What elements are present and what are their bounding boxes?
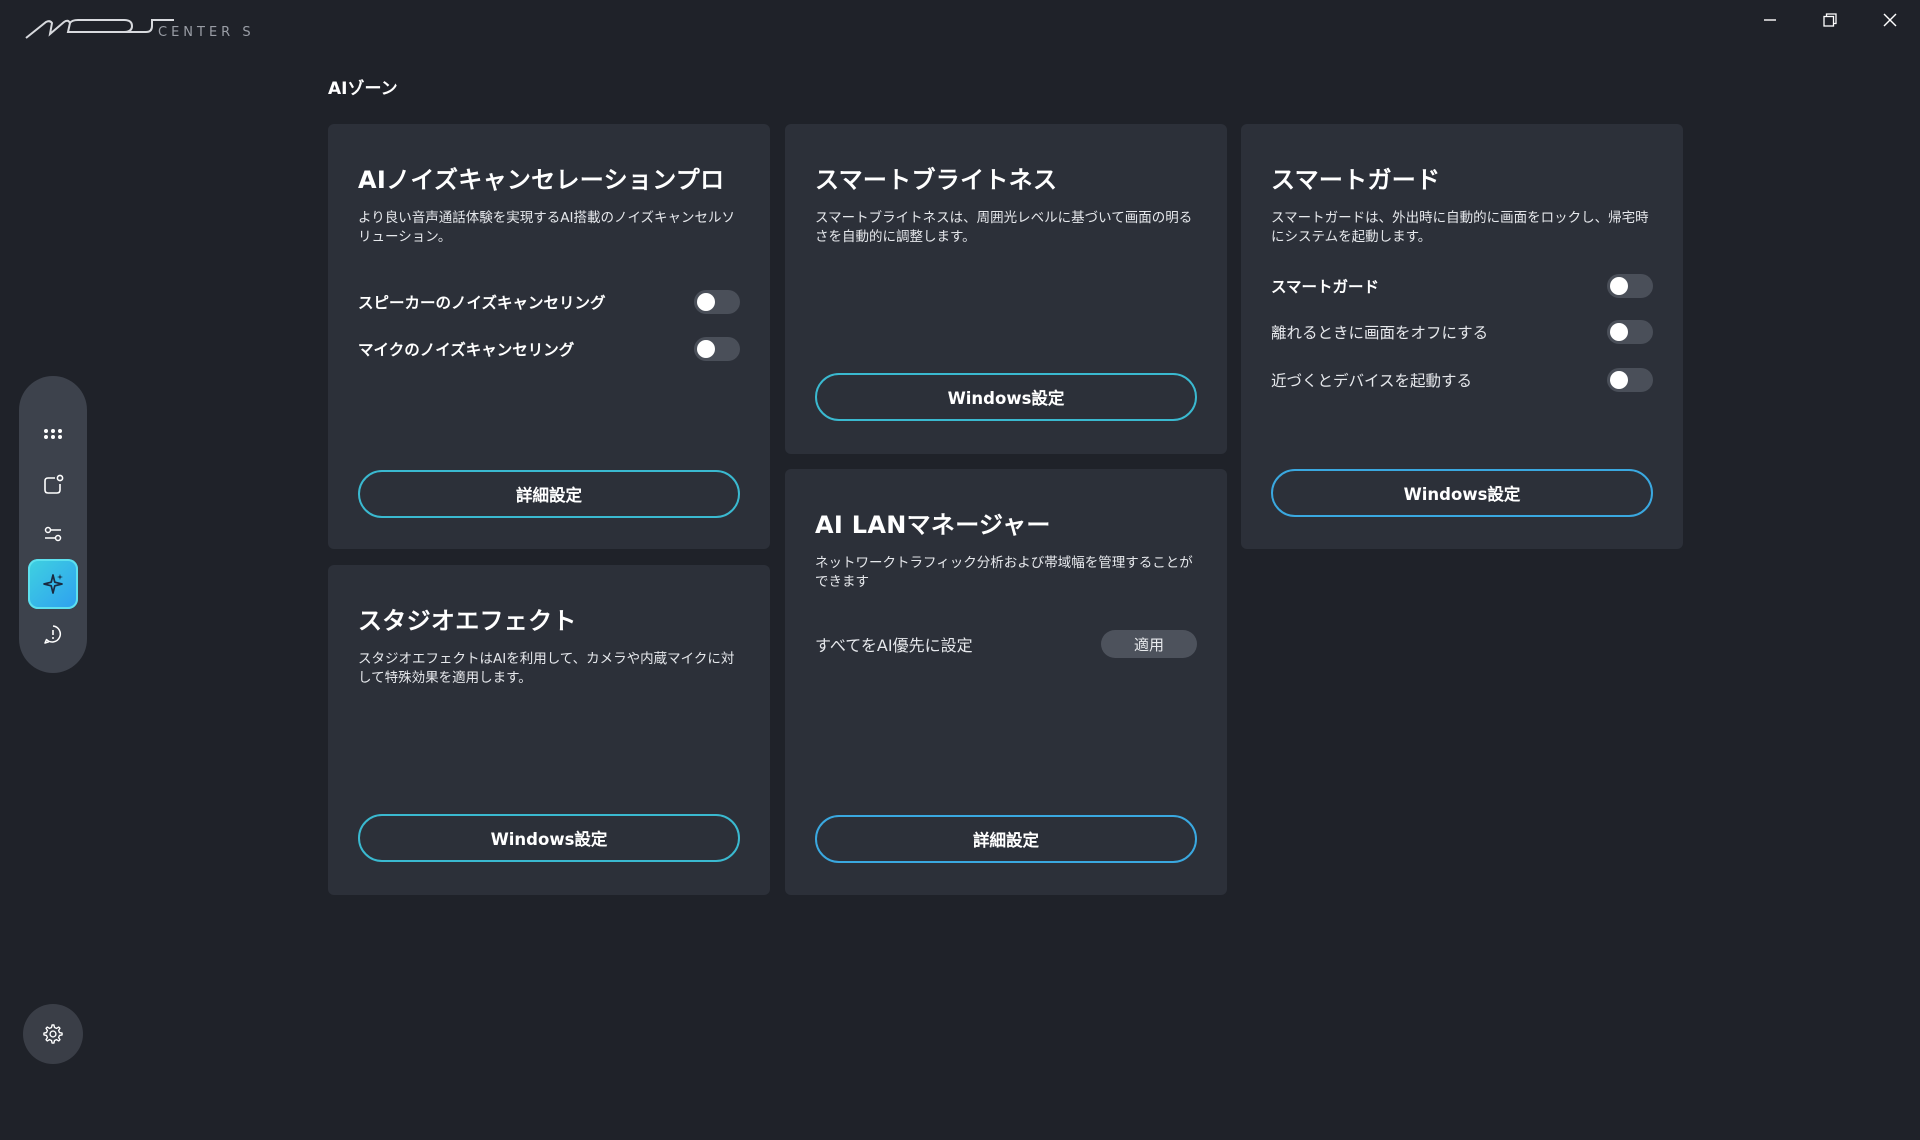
- setting-label: スピーカーのノイズキャンセリング: [358, 294, 606, 312]
- card-title: スタジオエフェクト: [358, 607, 577, 635]
- minimize-button[interactable]: [1740, 0, 1800, 40]
- toggle-knob: [697, 340, 715, 358]
- restore-button[interactable]: [1800, 0, 1860, 40]
- close-icon: [1883, 13, 1897, 27]
- card-title: スマートガード: [1271, 166, 1441, 194]
- page-title: AIゾーン: [328, 79, 398, 99]
- card-ai-noise-cancellation: AIノイズキャンセレーションプロ より良い音声通話体験を実現するAI搭載のノイズ…: [328, 124, 770, 549]
- screen-off-toggle[interactable]: [1607, 320, 1653, 344]
- apply-button[interactable]: 適用: [1101, 630, 1197, 658]
- toggle-knob: [1610, 323, 1628, 341]
- smart-guard-toggle[interactable]: [1607, 274, 1653, 298]
- setting-row-wake-device: 近づくとデバイスを起動する: [1271, 368, 1653, 392]
- setting-row-screen-off: 離れるときに画面をオフにする: [1271, 320, 1653, 344]
- card-studio-effects: スタジオエフェクト スタジオエフェクトはAIを利用して、カメラや内蔵マイクに対し…: [328, 565, 770, 895]
- advanced-settings-button[interactable]: 詳細設定: [815, 815, 1197, 863]
- setting-label: すべてをAI優先に設定: [815, 636, 973, 655]
- sliders-icon: [44, 526, 62, 542]
- gear-icon: [43, 1024, 63, 1044]
- speaker-noise-toggle[interactable]: [694, 290, 740, 314]
- logo-text: CENTER S: [158, 25, 255, 40]
- setting-label: 離れるときに画面をオフにする: [1271, 324, 1489, 342]
- toggle-knob: [1610, 371, 1628, 389]
- device-icon: [44, 474, 64, 494]
- sidebar-item-support[interactable]: [28, 609, 78, 659]
- card-smart-brightness: スマートブライトネス スマートブライトネスは、周囲光レベルに基づいて画面の明るさ…: [785, 124, 1227, 454]
- setting-row-speaker-noise: スピーカーのノイズキャンセリング: [358, 290, 740, 314]
- toggle-knob: [697, 293, 715, 311]
- minimize-icon: [1764, 19, 1776, 21]
- settings-button[interactable]: [23, 1004, 83, 1064]
- windows-settings-button[interactable]: Windows設定: [815, 373, 1197, 421]
- ai-sparkle-icon: [43, 574, 63, 594]
- card-ai-lan-manager: AI LANマネージャー ネットワークトラフィック分析および帯域幅を管理すること…: [785, 469, 1227, 895]
- sidebar-item-home[interactable]: [28, 409, 78, 459]
- card-smart-guard: スマートガード スマートガードは、外出時に自動的に画面をロックし、帰宅時にシステ…: [1241, 124, 1683, 549]
- advanced-settings-button[interactable]: 詳細設定: [358, 470, 740, 518]
- card-description: スマートブライトネスは、周囲光レベルに基づいて画面の明るさを自動的に調整します。: [815, 210, 1193, 245]
- msi-logo-icon: CENTER S: [25, 19, 255, 40]
- card-description: スマートガードは、外出時に自動的に画面をロックし、帰宅時にシステムを起動します。: [1271, 210, 1649, 245]
- card-title: AIノイズキャンセレーションプロ: [358, 166, 725, 194]
- sidebar-nav: [19, 376, 87, 673]
- windows-settings-button[interactable]: Windows設定: [358, 814, 740, 862]
- toggle-knob: [1610, 277, 1628, 295]
- sidebar-item-device[interactable]: [28, 459, 78, 509]
- apps-grid-icon: [44, 429, 62, 439]
- card-title: スマートブライトネス: [815, 166, 1058, 194]
- window-controls: [1740, 0, 1920, 40]
- sidebar-item-ai-zone[interactable]: [28, 559, 78, 609]
- support-chat-icon: [44, 625, 61, 644]
- windows-settings-button[interactable]: Windows設定: [1271, 469, 1653, 517]
- wake-device-toggle[interactable]: [1607, 368, 1653, 392]
- mic-noise-toggle[interactable]: [694, 337, 740, 361]
- card-description: スタジオエフェクトはAIを利用して、カメラや内蔵マイクに対して特殊効果を適用しま…: [358, 651, 735, 686]
- setting-label: マイクのノイズキャンセリング: [358, 341, 575, 359]
- app-window: CENTER S AIゾーン AIノイズキャンセレーションプロ より良い音声通話…: [0, 0, 1920, 1140]
- sidebar-item-tuning[interactable]: [28, 509, 78, 559]
- setting-row-mic-noise: マイクのノイズキャンセリング: [358, 337, 740, 361]
- card-title: AI LANマネージャー: [815, 511, 1051, 539]
- setting-row-smart-guard: スマートガード: [1271, 274, 1653, 298]
- setting-label: 近づくとデバイスを起動する: [1271, 372, 1473, 390]
- restore-icon: [1823, 13, 1837, 27]
- setting-row-ai-priority: すべてをAI優先に設定 適用: [815, 630, 1197, 658]
- msi-center-logo: CENTER S: [24, 14, 304, 44]
- close-button[interactable]: [1860, 0, 1920, 40]
- card-description: ネットワークトラフィック分析および帯域幅を管理することができます: [815, 555, 1193, 590]
- card-description: より良い音声通話体験を実現するAI搭載のノイズキャンセルソリューション。: [358, 210, 736, 245]
- setting-label: スマートガード: [1271, 278, 1380, 296]
